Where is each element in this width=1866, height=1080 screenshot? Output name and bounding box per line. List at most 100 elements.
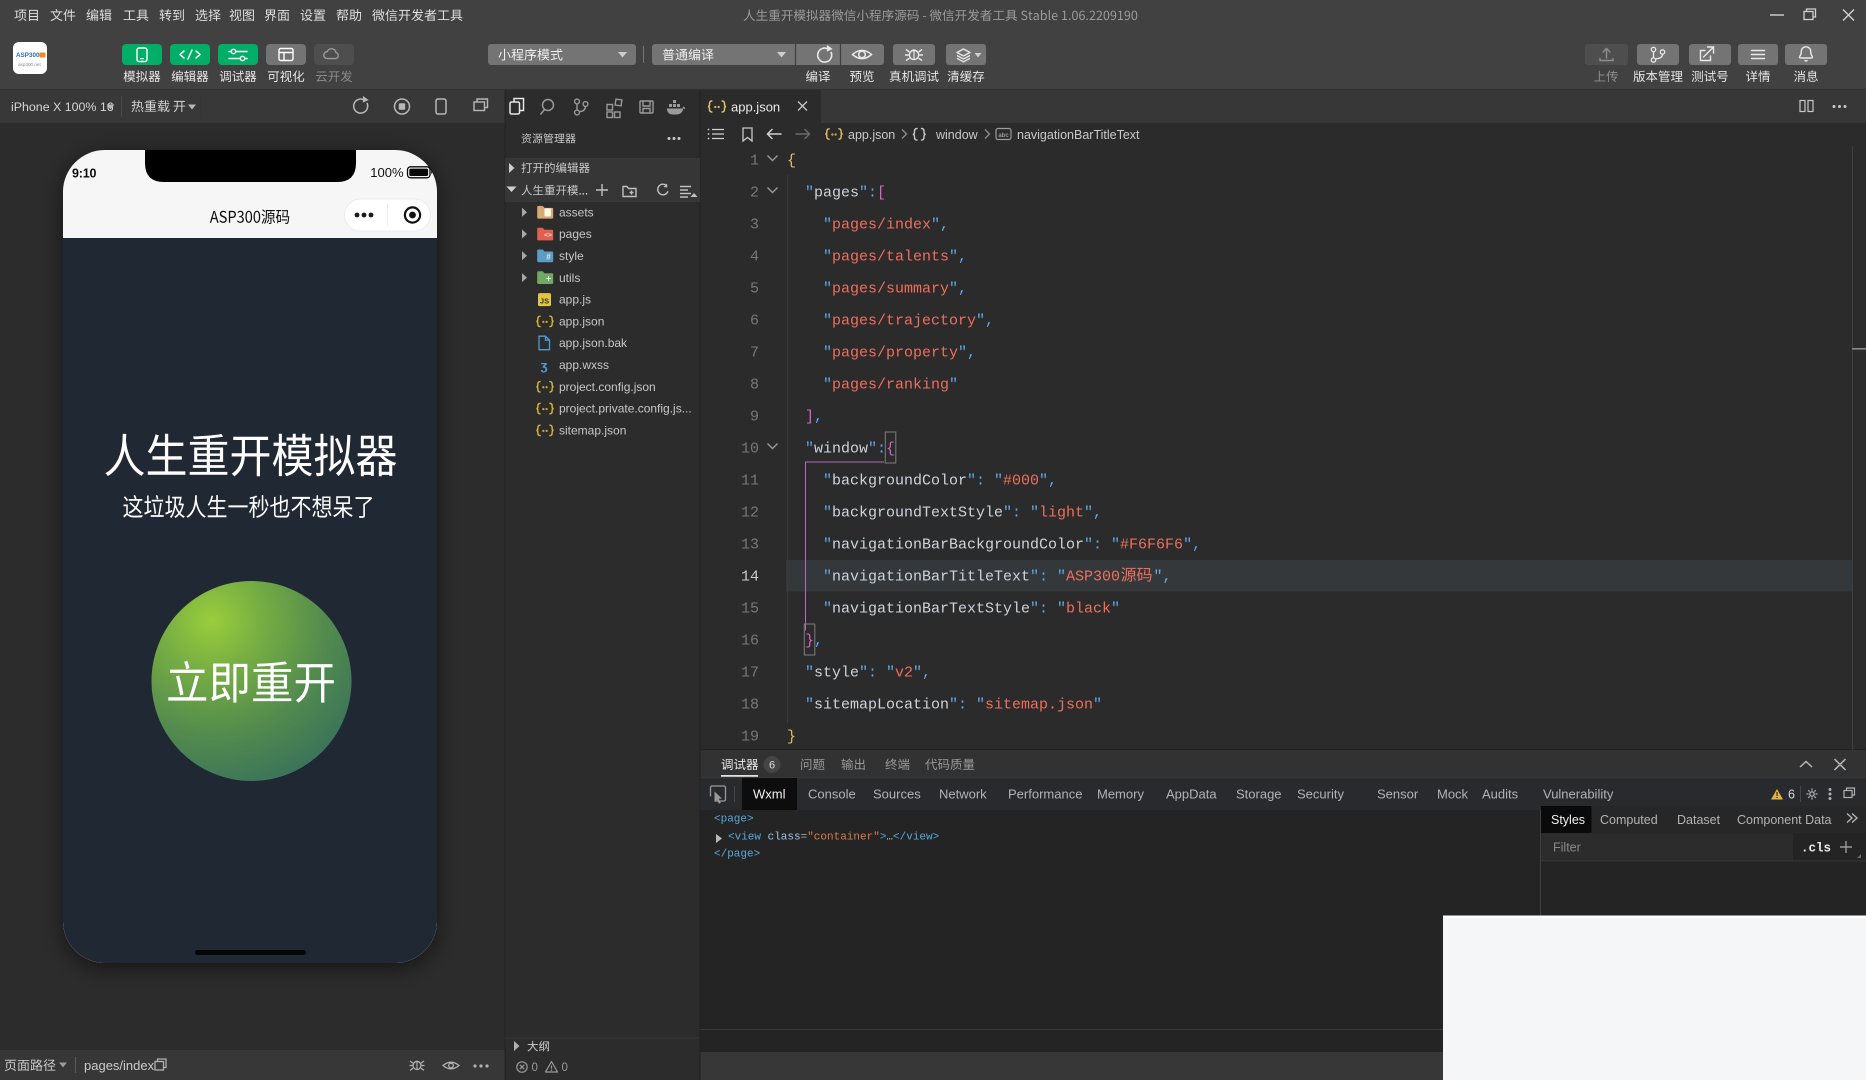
svg-text:.cls: .cls bbox=[1801, 842, 1831, 856]
svg-text:18: 18 bbox=[741, 697, 759, 714]
svg-text:,: , bbox=[985, 313, 994, 330]
svg-text:": " bbox=[805, 441, 814, 458]
svg-text:17: 17 bbox=[741, 665, 759, 682]
svg-text:": " bbox=[1084, 505, 1093, 522]
svg-text:Mock: Mock bbox=[1437, 787, 1469, 802]
svg-text:utils: utils bbox=[559, 271, 580, 285]
svg-text:app.wxss: app.wxss bbox=[559, 358, 609, 372]
svg-text:15: 15 bbox=[741, 601, 759, 618]
svg-text:navigationBarBackgroundColor: navigationBarBackgroundColor bbox=[832, 537, 1084, 554]
svg-text:window: window bbox=[935, 128, 979, 142]
svg-text:navigationBarTitleText: navigationBarTitleText bbox=[1017, 128, 1140, 142]
svg-text:sitemapLocation: sitemapLocation bbox=[814, 697, 949, 714]
svg-text::: : bbox=[958, 697, 967, 714]
svg-text:pages: pages bbox=[559, 227, 592, 241]
svg-text:Memory: Memory bbox=[1097, 787, 1144, 802]
svg-text:": " bbox=[823, 313, 832, 330]
svg-text:5: 5 bbox=[750, 281, 759, 298]
svg-text:abc: abc bbox=[998, 133, 1009, 139]
svg-text:": " bbox=[823, 569, 832, 586]
svg-text:": " bbox=[949, 249, 958, 266]
svg-text:,: , bbox=[958, 281, 967, 298]
svg-text:": " bbox=[823, 505, 832, 522]
svg-text:+: + bbox=[546, 273, 551, 283]
svg-text:}: } bbox=[805, 633, 814, 650]
svg-text:0: 0 bbox=[562, 1062, 568, 1074]
svg-text:": " bbox=[976, 313, 985, 330]
svg-text:pages/property: pages/property bbox=[832, 345, 958, 362]
svg-text:1: 1 bbox=[750, 153, 759, 170]
svg-text:": " bbox=[931, 217, 940, 234]
svg-text:": " bbox=[823, 217, 832, 234]
svg-text:sitemap.json: sitemap.json bbox=[985, 697, 1093, 714]
svg-text:14: 14 bbox=[741, 569, 759, 586]
svg-text:<page>: <page> bbox=[714, 814, 754, 826]
svg-text:pages/ranking: pages/ranking bbox=[832, 377, 949, 394]
svg-text:assets: assets bbox=[559, 205, 594, 219]
svg-text::: : bbox=[868, 665, 877, 682]
svg-text:</page>: </page> bbox=[714, 849, 760, 861]
svg-text:",: ", bbox=[1154, 569, 1172, 586]
svg-text:": " bbox=[859, 185, 868, 202]
svg-text:Filter: Filter bbox=[1553, 841, 1581, 855]
svg-text:": " bbox=[823, 377, 832, 394]
svg-text:Sources: Sources bbox=[873, 787, 921, 802]
svg-text:pages: pages bbox=[814, 185, 859, 202]
svg-text:0: 0 bbox=[532, 1062, 538, 1074]
svg-text:#000: #000 bbox=[1003, 473, 1039, 490]
svg-text:style: style bbox=[559, 249, 584, 263]
svg-text:": " bbox=[1057, 569, 1066, 586]
svg-text:6: 6 bbox=[769, 760, 775, 772]
svg-text:"container": "container" bbox=[807, 832, 880, 844]
svg-text:": " bbox=[1039, 473, 1048, 490]
svg-text:": " bbox=[1057, 601, 1066, 618]
svg-text:": " bbox=[967, 473, 976, 490]
svg-text:": " bbox=[1030, 505, 1039, 522]
svg-text:Sensor: Sensor bbox=[1377, 787, 1419, 802]
svg-text:6: 6 bbox=[1788, 788, 1795, 802]
svg-text:19: 19 bbox=[741, 729, 759, 746]
svg-text:100%: 100% bbox=[370, 165, 404, 180]
svg-text:": " bbox=[805, 665, 814, 682]
svg-text:,: , bbox=[1093, 505, 1102, 522]
svg-text:11: 11 bbox=[741, 473, 759, 490]
svg-text:Security: Security bbox=[1297, 787, 1344, 802]
svg-text:": " bbox=[949, 697, 958, 714]
svg-text:9:10: 9:10 bbox=[72, 167, 96, 181]
svg-text:</view>: </view> bbox=[893, 832, 939, 844]
svg-text:#F6F6F6: #F6F6F6 bbox=[1120, 537, 1183, 554]
svg-text:Computed: Computed bbox=[1600, 813, 1658, 827]
svg-text:": " bbox=[1093, 697, 1102, 714]
svg-text:,: , bbox=[814, 409, 823, 426]
svg-text:,: , bbox=[967, 345, 976, 362]
svg-text:app.js: app.js bbox=[559, 293, 591, 307]
svg-text:": " bbox=[805, 697, 814, 714]
svg-text:": " bbox=[1030, 569, 1039, 586]
svg-text:,: , bbox=[940, 217, 949, 234]
svg-text:ʒ: ʒ bbox=[541, 358, 548, 373]
svg-text:": " bbox=[805, 185, 814, 202]
svg-text:{: { bbox=[886, 441, 895, 458]
svg-text:": " bbox=[1111, 601, 1120, 618]
svg-text:ASP300: ASP300 bbox=[1066, 569, 1120, 586]
svg-text:pages/index: pages/index bbox=[84, 1058, 155, 1073]
svg-text:": " bbox=[1084, 537, 1093, 554]
svg-text:!: ! bbox=[1776, 790, 1779, 800]
svg-text:4: 4 bbox=[750, 249, 759, 266]
svg-text:pages/index: pages/index bbox=[832, 217, 931, 234]
svg-text:6: 6 bbox=[750, 313, 759, 330]
svg-text:": " bbox=[886, 665, 895, 682]
svg-text:sitemap.json: sitemap.json bbox=[559, 423, 626, 437]
svg-text:Styles: Styles bbox=[1551, 813, 1585, 827]
svg-text:[: [ bbox=[877, 185, 886, 202]
svg-text:project.private.config.js...: project.private.config.js... bbox=[559, 402, 692, 416]
svg-text:app.json: app.json bbox=[559, 314, 604, 328]
svg-text:10: 10 bbox=[741, 441, 759, 458]
svg-text:": " bbox=[823, 249, 832, 266]
svg-text:Component Data: Component Data bbox=[1737, 813, 1832, 827]
svg-text:pages/summary: pages/summary bbox=[832, 281, 949, 298]
svg-text:Performance: Performance bbox=[1008, 787, 1082, 802]
svg-text:{: { bbox=[787, 153, 796, 170]
svg-text:project.config.json: project.config.json bbox=[559, 380, 656, 394]
svg-text::: : bbox=[1039, 601, 1048, 618]
